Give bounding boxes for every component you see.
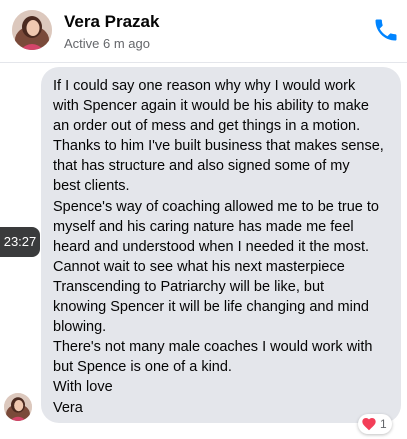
message-line: Spence's way of coaching allowed me to b… xyxy=(53,198,379,215)
reaction-count: 1 xyxy=(380,417,387,431)
chat-header: Vera Prazak Active 6 m ago xyxy=(0,0,407,63)
message-line: myself and his caring nature has made me… xyxy=(53,218,354,235)
message-line: There's not many male coaches I would wo… xyxy=(53,339,373,356)
contact-name[interactable]: Vera Prazak xyxy=(64,12,159,32)
message-line: If I could say one reason why why I woul… xyxy=(53,78,356,94)
timestamp-text: 23:27 xyxy=(3,234,37,249)
contact-avatar[interactable] xyxy=(12,10,52,50)
message-line: Vera xyxy=(53,399,83,416)
message-line: knowing Spencer it will be life changing… xyxy=(53,299,369,316)
message-text: If I could say one reason why why I woul… xyxy=(53,76,391,418)
message-line: Transcending to Patriarchy will be like,… xyxy=(53,278,325,295)
message-line: heard and understood when I needed it th… xyxy=(53,238,369,255)
message-line: that has structure and also signed some … xyxy=(53,158,350,175)
message-line: Thanks to him I've built business that m… xyxy=(53,138,384,155)
chat-screen: Vera Prazak Active 6 m ago 23:27 If I co… xyxy=(0,0,407,439)
message-line: but Spence is one of a kind. xyxy=(53,359,232,376)
active-status: Active 6 m ago xyxy=(64,36,150,51)
message-timestamp: 23:27 xyxy=(0,227,40,257)
message-bubble[interactable]: If I could say one reason why why I woul… xyxy=(41,67,401,423)
message-line: best clients. xyxy=(53,178,130,195)
heart-icon xyxy=(362,418,376,431)
call-button[interactable] xyxy=(372,16,400,44)
reaction-badge[interactable]: 1 xyxy=(358,414,392,434)
message-line: blowing. xyxy=(53,319,107,336)
avatar-portrait xyxy=(4,393,32,421)
avatar-portrait xyxy=(12,10,52,50)
sender-avatar[interactable] xyxy=(4,393,32,421)
message-line: an order out of mess and get things in a… xyxy=(53,118,361,135)
phone-icon xyxy=(375,19,397,41)
message-line: with Spencer again it would be his abili… xyxy=(53,98,369,115)
message-line: With love xyxy=(53,379,113,396)
message-line: Cannot wait to see what his next masterp… xyxy=(53,258,345,275)
